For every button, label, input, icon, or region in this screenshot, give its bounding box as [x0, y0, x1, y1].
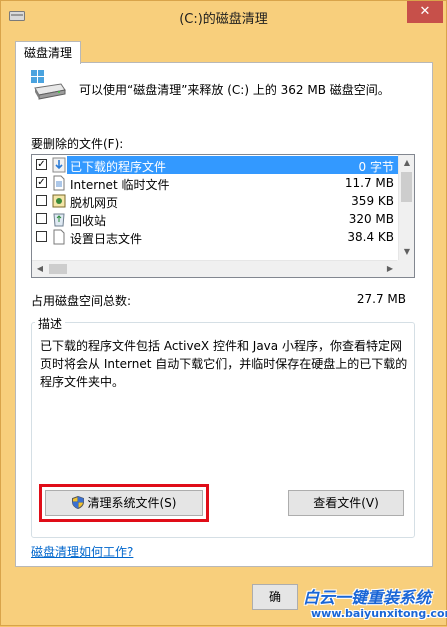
offline-pages-icon — [52, 194, 66, 208]
recycle-bin-icon — [53, 213, 65, 227]
list-item[interactable]: ✓ Internet 临时文件 11.7 MB — [33, 174, 398, 192]
list-item[interactable]: 脱机网页 359 KB — [33, 192, 398, 210]
item-size: 320 MB — [348, 212, 394, 226]
title-bar[interactable]: (C:)的磁盘清理 ✕ — [1, 1, 446, 31]
scroll-left-icon[interactable]: ◀ — [32, 261, 48, 277]
disk-cleanup-window: (C:)的磁盘清理 ✕ 磁盘清理 可以使用“磁盘清理”来释放 (C:) 上的 3… — [0, 0, 447, 626]
tab-disk-cleanup[interactable]: 磁盘清理 — [15, 41, 81, 64]
vertical-scroll-thumb[interactable] — [401, 172, 412, 202]
list-item[interactable]: 设置日志文件 38.4 KB — [33, 228, 398, 246]
item-checkbox[interactable] — [36, 213, 47, 224]
blank-file-icon — [53, 229, 65, 245]
watermark-url: www.baiyunxitong.com — [311, 607, 447, 620]
item-size: 0 字节 — [358, 160, 394, 174]
item-size: 359 KB — [351, 194, 394, 208]
horizontal-scrollbar[interactable]: ◀ ▶ — [32, 260, 398, 277]
scroll-down-icon[interactable]: ▼ — [399, 244, 414, 260]
item-name: Internet 临时文件 — [70, 178, 170, 192]
close-button[interactable]: ✕ — [407, 1, 443, 23]
list-item[interactable]: 回收站 320 MB — [33, 210, 398, 228]
description-text: 已下载的程序文件包括 ActiveX 控件和 Java 小程序，你查看特定网页时… — [40, 339, 408, 389]
vertical-scrollbar[interactable]: ▲ ▼ — [398, 155, 414, 260]
item-size: 11.7 MB — [344, 176, 394, 190]
document-icon — [53, 175, 65, 191]
list-item[interactable]: ✓ 已下载的程序文件 0 字节 — [33, 156, 398, 174]
scroll-up-icon[interactable]: ▲ — [399, 155, 414, 171]
item-checkbox[interactable] — [36, 231, 47, 242]
view-files-button[interactable]: 查看文件(V) — [288, 490, 404, 516]
total-space-value: 27.7 MB — [356, 292, 406, 306]
files-listbox[interactable]: ✓ 已下载的程序文件 0 字节 ✓ Internet 临时文件 11.7 MB … — [31, 154, 415, 278]
folder-download-icon — [52, 157, 66, 173]
item-name: 已下载的程序文件 — [70, 160, 167, 174]
item-name: 回收站 — [70, 214, 107, 228]
files-to-delete-label: 要删除的文件(F): — [31, 137, 124, 151]
item-size: 38.4 KB — [347, 230, 394, 244]
item-name: 设置日志文件 — [70, 232, 143, 246]
uac-shield-icon — [71, 496, 84, 509]
clean-system-files-button[interactable]: 清理系统文件(S) — [45, 490, 203, 516]
window-title: (C:)的磁盘清理 — [179, 12, 268, 27]
total-space-label: 占用磁盘空间总数: — [31, 294, 132, 308]
summary-text: 可以使用“磁盘清理”来释放 (C:) 上的 362 MB 磁盘空间。 — [79, 83, 390, 97]
horizontal-scroll-thumb[interactable] — [49, 264, 67, 274]
scroll-right-icon[interactable]: ▶ — [382, 261, 398, 277]
item-checkbox[interactable]: ✓ — [36, 177, 47, 188]
watermark-text: 白云一键重装系统 — [303, 588, 432, 607]
item-checkbox[interactable] — [36, 195, 47, 206]
scrollbar-corner — [397, 260, 414, 277]
site-watermark: 白云一键重装系统 www.baiyunxitong.com — [297, 581, 447, 627]
item-name: 脱机网页 — [70, 196, 119, 210]
hard-drive-icon — [31, 70, 66, 100]
ok-button[interactable]: 确 — [252, 584, 298, 610]
item-checkbox[interactable]: ✓ — [36, 159, 47, 170]
description-title: 描述 — [35, 315, 66, 332]
clean-system-files-label: 清理系统文件(S) — [87, 496, 177, 510]
help-link[interactable]: 磁盘清理如何工作? — [31, 543, 133, 560]
